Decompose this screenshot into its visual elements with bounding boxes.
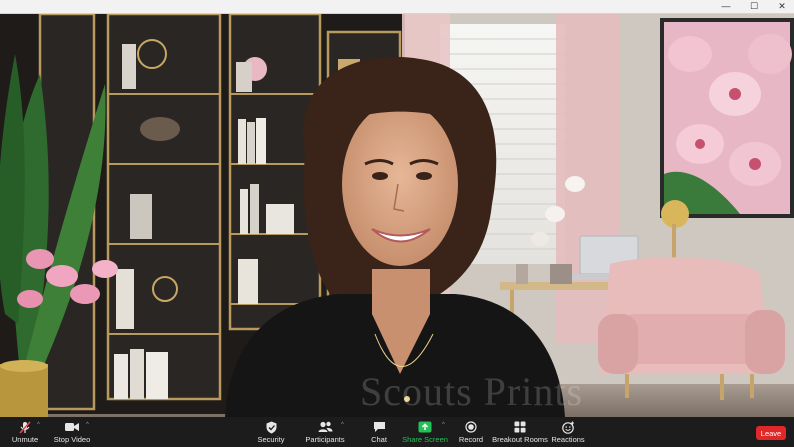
meeting-toolbar: Unmute ^ Stop Video ^ Security Participa… [0,417,794,447]
shield-icon [263,420,279,434]
stop-video-button[interactable]: Stop Video [36,420,108,444]
video-camera-icon [64,420,80,434]
reactions-icon [560,420,576,434]
share-screen-icon [417,420,433,434]
window-titlebar: — ☐ ✕ [0,0,794,14]
maximize-button[interactable]: ☐ [742,0,766,13]
orchid-painting [660,18,794,218]
record-label: Record [458,435,484,444]
reactions-button[interactable]: Reactions [532,420,604,444]
unmute-label: Unmute [11,435,39,444]
stop-video-label: Stop Video [53,435,91,444]
security-label: Security [257,435,285,444]
minimize-button[interactable]: — [714,0,738,13]
record-icon [463,420,479,434]
video-options-chevron[interactable]: ^ [86,422,89,428]
microphone-muted-icon [17,420,33,434]
breakout-rooms-icon [512,420,528,434]
minimize-icon: — [721,1,731,11]
close-button[interactable]: ✕ [770,0,794,13]
participants-icon [317,420,333,434]
chat-bubble-icon [371,420,387,434]
chat-label: Chat [371,435,387,444]
close-icon: ✕ [778,1,786,11]
leave-button[interactable]: Leave [756,426,786,440]
participants-label: Participants [305,435,345,444]
maximize-icon: ☐ [749,1,759,11]
reactions-label: Reactions [551,435,585,444]
watermark: Scouts Prints [360,369,584,414]
video-scene [0,14,794,417]
video-feed: Scouts Prints [0,14,794,417]
